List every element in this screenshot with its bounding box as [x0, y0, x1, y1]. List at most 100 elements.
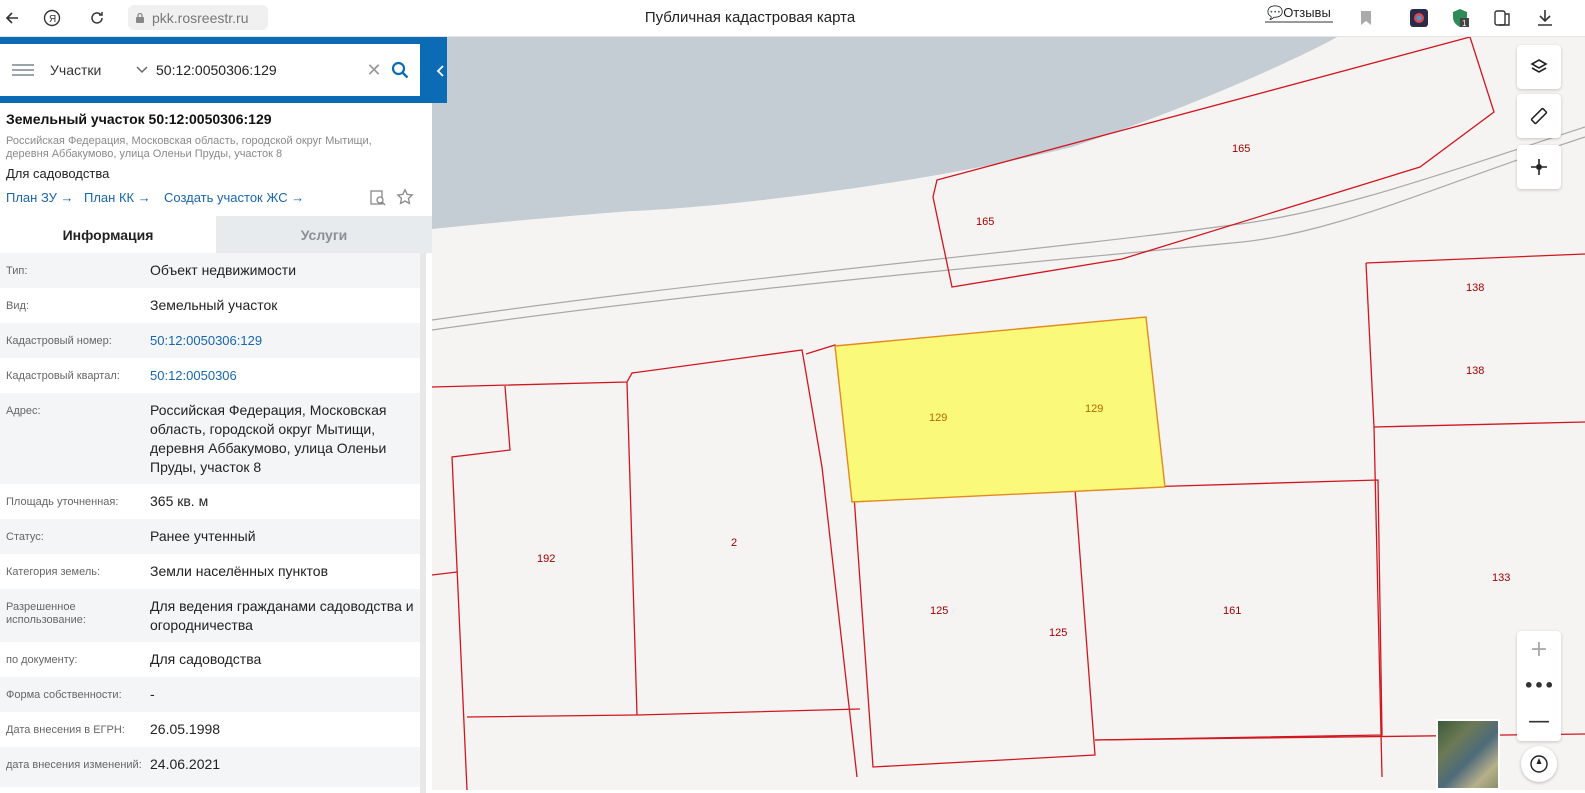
basemap-thumbnail[interactable] — [1436, 719, 1500, 790]
attribute-value: Для садоводства — [150, 651, 262, 667]
search-bar: Участки 50:12:0050306:129 ✕ — [0, 37, 447, 103]
category-select[interactable]: Участки — [50, 62, 136, 78]
more-icon[interactable]: ••• — [1517, 667, 1561, 703]
search-box: Участки 50:12:0050306:129 ✕ — [0, 44, 420, 96]
menu-icon[interactable] — [12, 61, 34, 79]
attribute-row: Разрешенное использование: Для ведения гр… — [0, 589, 420, 642]
parcel-title: Земельный участок 50:12:0050306:129 — [6, 111, 272, 127]
attribute-key: Дата внесения в ЕГРН: — [6, 724, 125, 736]
attribute-row: дата внесения изменений: 24.06.2021 — [0, 747, 420, 787]
attribute-key: Кадастровый квартал: — [6, 370, 120, 382]
attribute-row: Площадь уточненная: 365 кв. м — [0, 484, 420, 519]
cadastral-number-link[interactable]: 50:12:0050306:129 — [150, 323, 414, 358]
shield-icon[interactable]: 1 — [1450, 8, 1470, 28]
plan-zu-link[interactable]: План ЗУ → — [6, 190, 74, 205]
info-panel: Участки 50:12:0050306:129 ✕ Земельный уч… — [0, 37, 447, 793]
map-canvas[interactable]: 165 165 138 138 129 129 192 2 125 125 16… — [432, 37, 1585, 790]
compass-icon — [1530, 755, 1548, 773]
parcel-boundary — [466, 708, 861, 718]
reviews-label: Отзывы — [1283, 5, 1331, 20]
attribute-row: Кадастровый квартал: 50:12:0050306 — [0, 358, 420, 393]
attribute-value: 26.05.1998 — [150, 721, 221, 737]
tab-info[interactable]: Информация — [0, 216, 216, 253]
cadastral-quarter-link[interactable]: 50:12:0050306 — [150, 358, 414, 393]
attribute-value: 24.06.2021 — [150, 756, 221, 772]
map-label: 125 — [930, 605, 948, 617]
attribute-key: Форма собственности: — [6, 689, 122, 701]
attribute-key: Кадастровый номер: — [6, 335, 112, 347]
attribute-value: Российская Федерация, Московская область… — [150, 402, 387, 475]
zoom-controls: + ••• — — [1517, 631, 1561, 741]
compass-button[interactable] — [1521, 746, 1557, 782]
create-parcel-link[interactable]: Создать участок ЖС → — [164, 190, 304, 205]
cadastral-map[interactable]: 165 165 138 138 129 129 192 2 125 125 16… — [432, 37, 1585, 790]
attribute-row: Вид: Земельный участок — [0, 288, 420, 323]
browser-toolbar: Я pkk.rosreestr.ru Публичная кадастровая… — [0, 0, 1585, 37]
search-document-icon[interactable] — [369, 189, 387, 212]
search-button[interactable] — [386, 61, 414, 79]
attribute-value: Ранее учтенный — [150, 528, 256, 544]
layers-button[interactable] — [1517, 45, 1561, 89]
attribute-value: Для ведения гражданами садоводства и ого… — [150, 598, 414, 633]
download-icon[interactable] — [1535, 8, 1555, 28]
map-label: 138 — [1466, 282, 1484, 294]
bookmark-icon[interactable] — [1356, 8, 1376, 28]
attribute-row: Тип: Объект недвижимости — [0, 253, 420, 288]
parcel-boundary — [1365, 262, 1383, 778]
attribute-row: Статус: Ранее учтенный — [0, 519, 420, 554]
map-label: 129 — [929, 412, 947, 424]
parcel-boundary — [1365, 253, 1585, 264]
attribute-key: Категория земель: — [6, 566, 101, 578]
search-icon — [391, 61, 409, 79]
selected-parcel-129 — [834, 316, 1166, 503]
svg-text:1: 1 — [1462, 19, 1467, 28]
map-label: 125 — [1049, 627, 1067, 639]
tab-services[interactable]: Услуги — [216, 216, 432, 253]
map-label: 161 — [1223, 605, 1241, 617]
ruler-button[interactable] — [1517, 94, 1561, 138]
reviews-button[interactable]: 💬Отзывы — [1265, 5, 1333, 23]
layers-icon — [1530, 59, 1548, 73]
attribute-row: по документу: Для садоводства — [0, 642, 420, 677]
attributes-table: Тип: Объект недвижимости Вид: Земельный уч… — [0, 253, 420, 787]
parcel-192 — [451, 385, 511, 790]
attribute-row: Адрес: Российская Федерация, Московская о… — [0, 393, 420, 484]
collapse-panel-button[interactable] — [432, 57, 447, 85]
attribute-value: Земли населённых пунктов — [150, 563, 329, 579]
zoom-in-button[interactable]: + — [1517, 631, 1561, 667]
map-label: 165 — [976, 216, 994, 228]
parcel-purpose: Для садоводства — [6, 166, 110, 181]
geolocate-button[interactable] — [1517, 145, 1561, 189]
map-label: 165 — [1232, 143, 1250, 155]
crosshair-icon — [1531, 159, 1547, 175]
water-area — [432, 37, 1337, 229]
ruler-icon — [1530, 107, 1548, 125]
parcel-boundary — [1373, 421, 1585, 428]
attribute-key: Разрешенное использование: — [6, 601, 86, 626]
panel-tabs: Информация Услуги — [0, 216, 432, 253]
extension-icon[interactable] — [1409, 8, 1429, 28]
search-input[interactable]: 50:12:0050306:129 — [156, 62, 362, 78]
attribute-value: 365 кв. м — [150, 493, 209, 509]
chevron-left-icon — [436, 65, 444, 77]
attribute-key: Статус: — [6, 531, 44, 543]
parcel-boundary — [432, 571, 458, 576]
plan-kk-link[interactable]: План КК → — [84, 190, 151, 205]
parcel-boundary — [432, 349, 858, 778]
star-icon[interactable] — [396, 188, 414, 211]
zoom-out-button[interactable]: — — [1517, 703, 1561, 739]
clear-icon[interactable]: ✕ — [362, 60, 386, 81]
map-label: 192 — [537, 553, 555, 565]
parcel-boundary — [1094, 733, 1585, 741]
map-label: 2 — [731, 537, 737, 549]
panel-scrollbar[interactable] — [420, 253, 426, 793]
collections-icon[interactable] — [1492, 8, 1512, 28]
attribute-value: - — [150, 686, 155, 702]
attribute-row: Категория земель: Земли населённых пункто… — [0, 554, 420, 589]
map-label: 138 — [1466, 365, 1484, 377]
map-label: 129 — [1085, 403, 1103, 415]
attribute-key: Вид: — [6, 300, 29, 312]
chevron-down-icon[interactable] — [136, 63, 156, 77]
attribute-key: Площадь уточненная: — [6, 496, 119, 508]
chat-icon: 💬 — [1267, 5, 1284, 20]
